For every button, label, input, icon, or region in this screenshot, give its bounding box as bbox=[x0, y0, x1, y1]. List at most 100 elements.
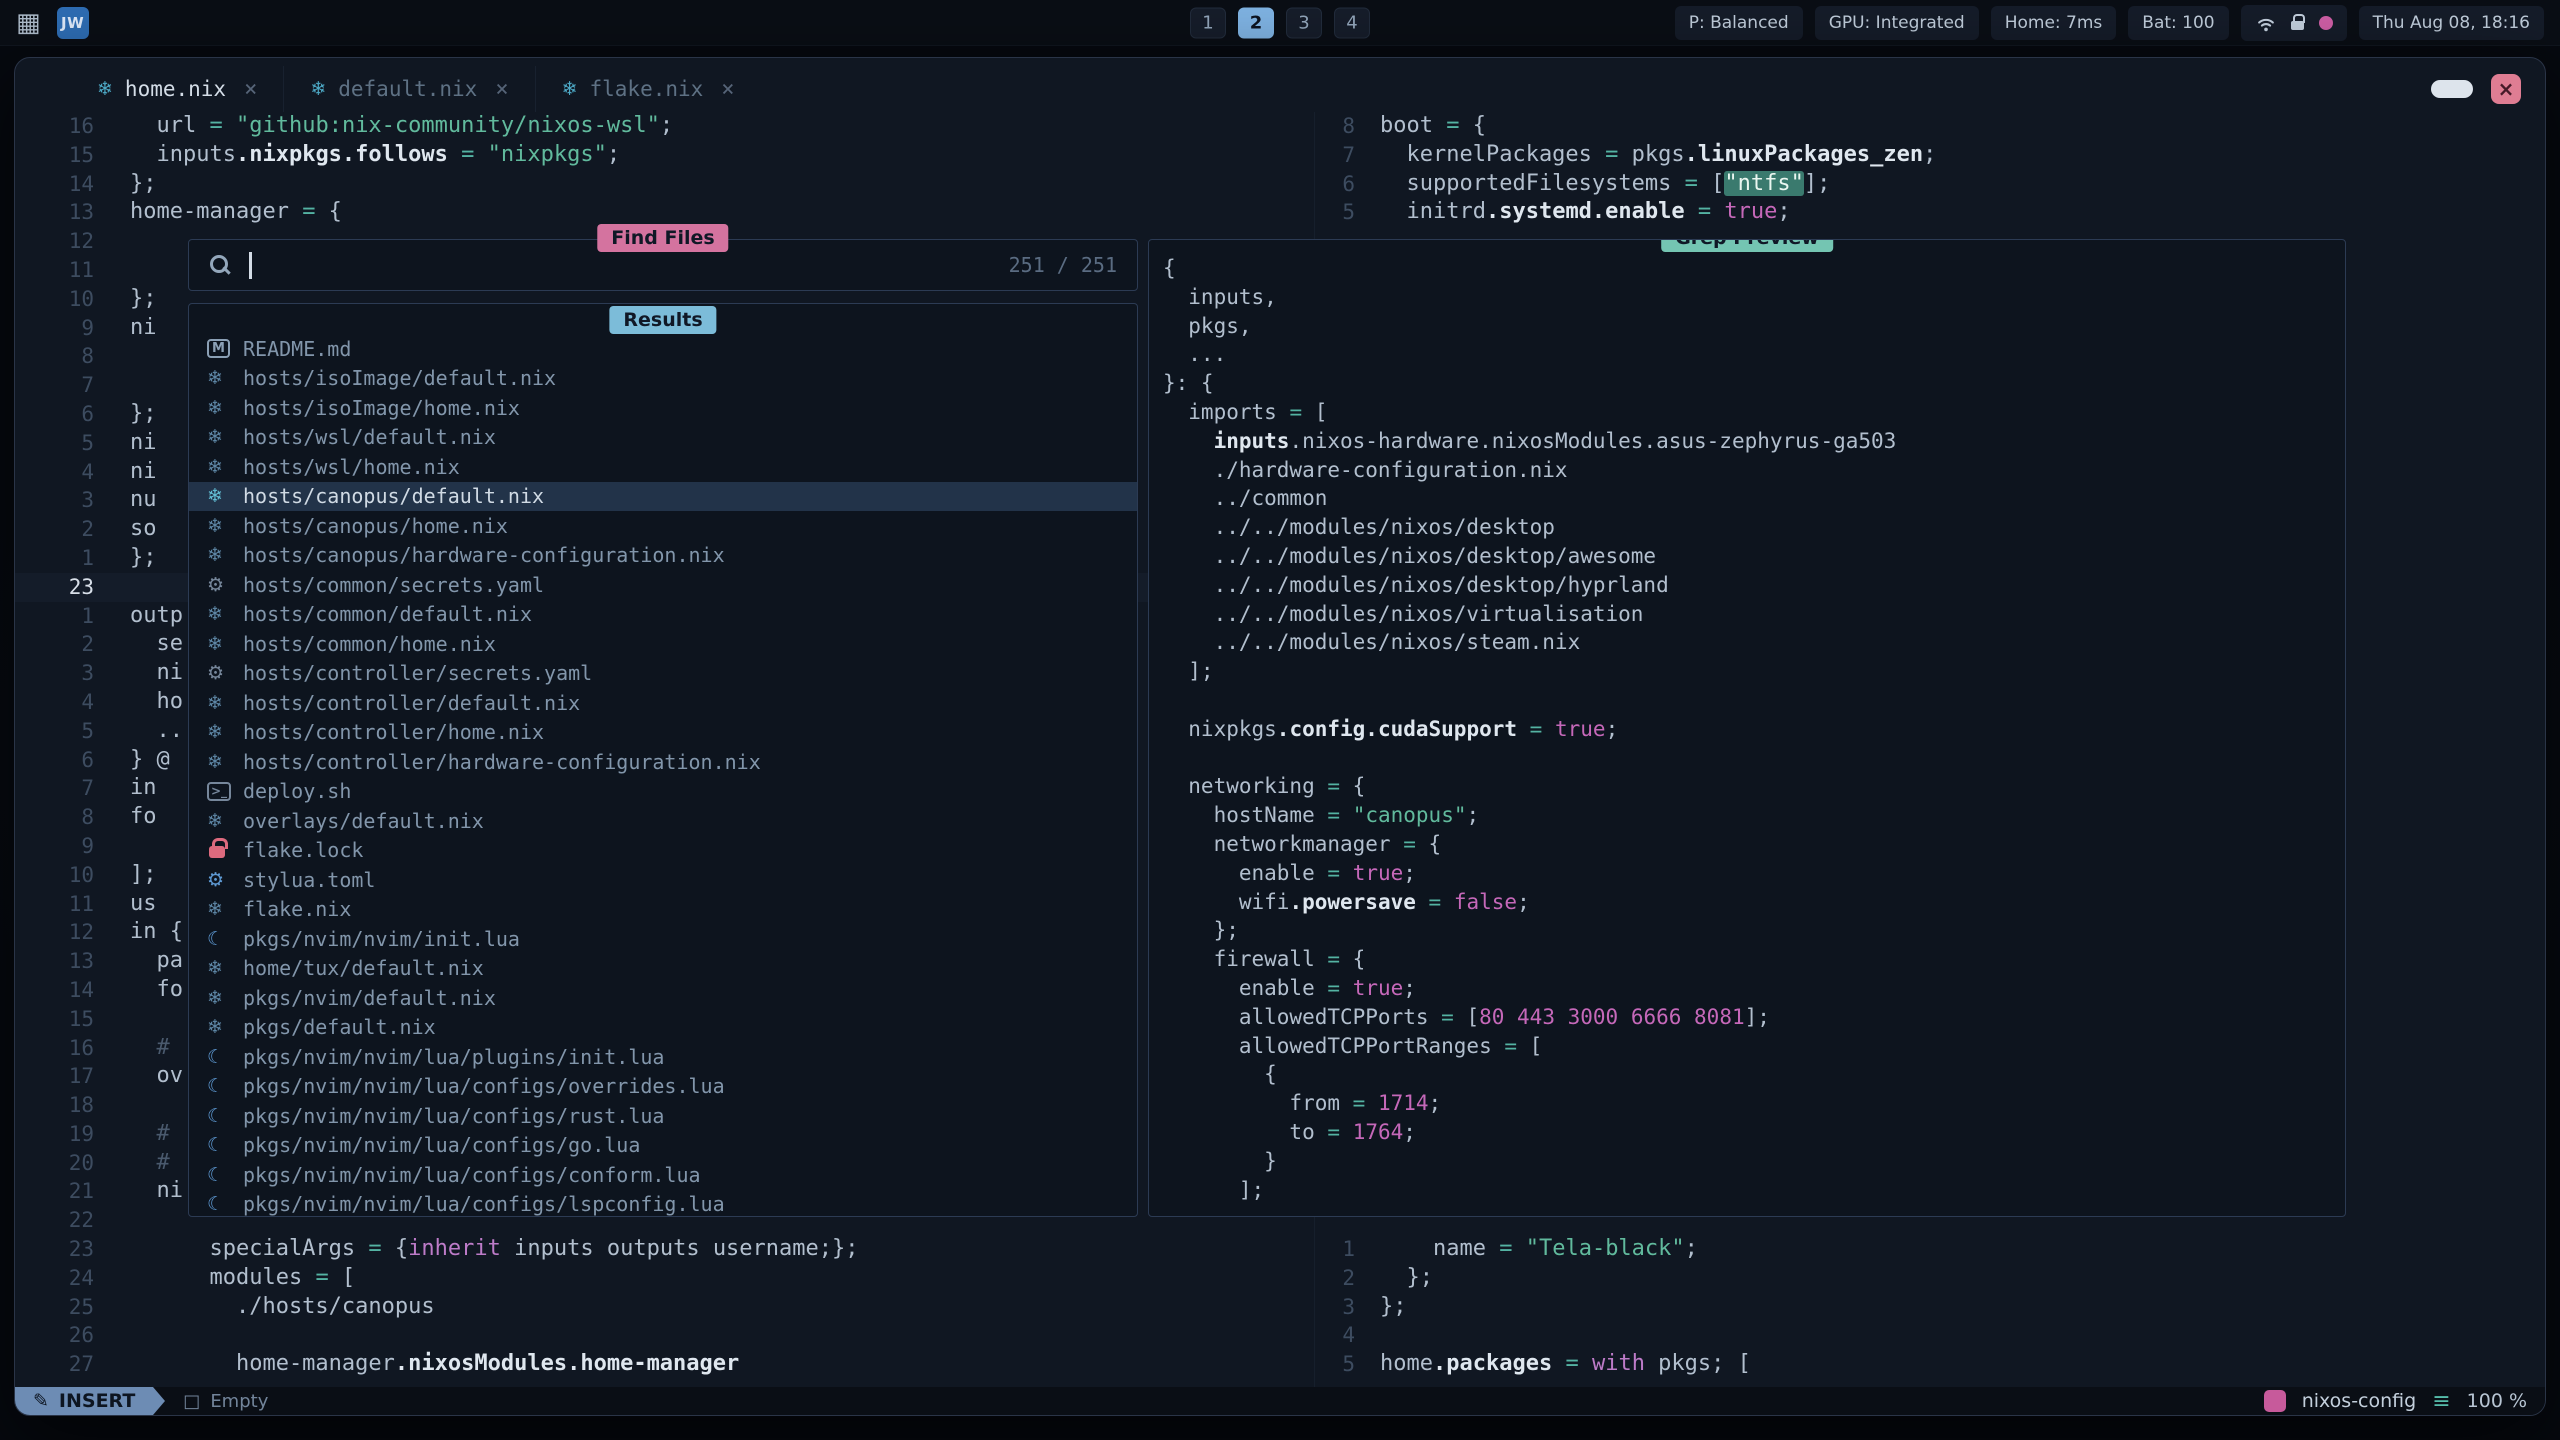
lines-icon: ≡ bbox=[2432, 1389, 2450, 1414]
code-line: networkmanager = { bbox=[1163, 830, 2345, 859]
file-icon bbox=[207, 749, 243, 775]
code-line: ]; bbox=[1163, 657, 2345, 686]
nix-snowflake-icon: ❄ bbox=[310, 78, 326, 100]
code-line: { bbox=[1163, 254, 2345, 283]
result-item[interactable]: flake.lock bbox=[189, 836, 1137, 866]
code-line: firewall = { bbox=[1163, 945, 2345, 974]
file-icon bbox=[207, 660, 243, 686]
result-item[interactable]: hosts/canopus/hardware-configuration.nix bbox=[189, 541, 1137, 571]
status-pill-group: P: Balanced GPU: Integrated Home: 7ms Ba… bbox=[1675, 6, 2229, 40]
nix-snowflake-icon: ❄ bbox=[562, 78, 578, 100]
find-files-prompt[interactable]: Find Files 251 / 251 bbox=[188, 239, 1138, 291]
result-item[interactable]: pkgs/default.nix bbox=[189, 1013, 1137, 1043]
line-number: 22 bbox=[15, 1206, 130, 1235]
tab[interactable]: ❄ flake.nix × bbox=[535, 66, 761, 112]
code-line: ../../modules/nixos/steam.nix bbox=[1163, 628, 2345, 657]
line-number: 2 bbox=[1315, 1264, 1380, 1293]
result-item[interactable]: pkgs/nvim/nvim/lua/configs/overrides.lua bbox=[189, 1072, 1137, 1102]
line-number: 17 bbox=[15, 1062, 130, 1091]
status-pill: Bat: 100 bbox=[2128, 6, 2228, 40]
result-item[interactable]: home/tux/default.nix bbox=[189, 954, 1137, 984]
close-window-button[interactable]: × bbox=[2491, 74, 2521, 104]
top-bar-left: ▦ JW bbox=[16, 7, 89, 39]
result-item[interactable]: README.md bbox=[189, 334, 1137, 364]
result-label: hosts/common/home.nix bbox=[243, 632, 496, 656]
code-line: ../../modules/nixos/virtualisation bbox=[1163, 600, 2345, 629]
result-item[interactable]: stylua.toml bbox=[189, 865, 1137, 895]
result-item[interactable]: hosts/canopus/default.nix bbox=[189, 482, 1137, 512]
code-line bbox=[1163, 744, 2345, 773]
result-item[interactable]: pkgs/nvim/nvim/lua/plugins/init.lua bbox=[189, 1042, 1137, 1072]
result-item[interactable]: hosts/controller/hardware-configuration.… bbox=[189, 747, 1137, 777]
line-number: 1 bbox=[15, 544, 130, 573]
logo-badge[interactable]: JW bbox=[57, 7, 89, 39]
line-number: 12 bbox=[15, 918, 130, 947]
tab[interactable]: ❄ default.nix × bbox=[283, 66, 534, 112]
result-item[interactable]: overlays/default.nix bbox=[189, 806, 1137, 836]
code-line: 23 specialArgs = {inherit inputs outputs… bbox=[15, 1235, 1314, 1264]
result-item[interactable]: hosts/wsl/home.nix bbox=[189, 452, 1137, 482]
code-line: 13home-manager = { bbox=[15, 198, 1314, 227]
result-item[interactable]: pkgs/nvim/nvim/lua/configs/rust.lua bbox=[189, 1101, 1137, 1131]
result-item[interactable]: hosts/controller/home.nix bbox=[189, 718, 1137, 748]
result-item[interactable]: hosts/common/default.nix bbox=[189, 600, 1137, 630]
code-line: inputs, bbox=[1163, 283, 2345, 312]
result-item[interactable]: deploy.sh bbox=[189, 777, 1137, 807]
result-item[interactable]: pkgs/nvim/nvim/lua/configs/lspconfig.lua bbox=[189, 1190, 1137, 1218]
code-line: 4 bbox=[1315, 1321, 2545, 1350]
desktop: ▦ JW 1 2 3 4 P: Balanced GPU: Int bbox=[0, 0, 2560, 1440]
line-number: 4 bbox=[15, 458, 130, 487]
tab[interactable]: ❄ home.nix × bbox=[71, 66, 283, 112]
results-title: Results bbox=[609, 306, 716, 334]
result-item[interactable]: hosts/controller/secrets.yaml bbox=[189, 659, 1137, 689]
code-line: inputs.nixos-hardware.nixosModules.asus-… bbox=[1163, 427, 2345, 456]
code-line: ../../modules/nixos/desktop/hyprland bbox=[1163, 571, 2345, 600]
line-number: 11 bbox=[15, 890, 130, 919]
line-number: 9 bbox=[15, 832, 130, 861]
tab-label: default.nix bbox=[338, 77, 477, 101]
line-number: 4 bbox=[1315, 1321, 1380, 1350]
code-line: 16 url = "github:nix-community/nixos-wsl… bbox=[15, 112, 1314, 141]
text-cursor bbox=[249, 252, 252, 279]
code-line: enable = true; bbox=[1163, 974, 2345, 1003]
mode-label: INSERT bbox=[59, 1390, 135, 1412]
code-line: ../../modules/nixos/desktop bbox=[1163, 513, 2345, 542]
code-line: from = 1714; bbox=[1163, 1089, 2345, 1118]
result-item[interactable]: pkgs/nvim/nvim/lua/configs/conform.lua bbox=[189, 1160, 1137, 1190]
status-pill-label: P: Balanced bbox=[1689, 13, 1789, 33]
line-number: 15 bbox=[15, 141, 130, 170]
line-number: 25 bbox=[15, 1293, 130, 1322]
line-number: 5 bbox=[1315, 198, 1380, 227]
workspace-button[interactable]: 1 bbox=[1190, 7, 1226, 38]
file-icon bbox=[207, 867, 243, 893]
result-item[interactable]: hosts/common/home.nix bbox=[189, 629, 1137, 659]
pin-toggle[interactable] bbox=[2431, 80, 2473, 98]
result-item[interactable]: hosts/canopus/home.nix bbox=[189, 511, 1137, 541]
result-item[interactable]: hosts/common/secrets.yaml bbox=[189, 570, 1137, 600]
workspace-button[interactable]: 4 bbox=[1334, 7, 1370, 38]
result-item[interactable]: hosts/isoImage/default.nix bbox=[189, 364, 1137, 394]
file-status-label: Empty bbox=[210, 1391, 268, 1412]
workspace-button[interactable]: 3 bbox=[1286, 7, 1322, 38]
editor-window: ❄ home.nix × ❄ default.nix × ❄ flake.nix… bbox=[14, 57, 2546, 1416]
code-line: 5home.packages = with pkgs; [ bbox=[1315, 1350, 2545, 1379]
line-number: 24 bbox=[15, 1264, 130, 1293]
result-item[interactable]: pkgs/nvim/default.nix bbox=[189, 983, 1137, 1013]
result-item[interactable]: hosts/controller/default.nix bbox=[189, 688, 1137, 718]
apps-grid-icon[interactable]: ▦ bbox=[16, 10, 41, 36]
result-label: flake.lock bbox=[243, 838, 363, 862]
lock-icon bbox=[2289, 14, 2307, 32]
result-item[interactable]: flake.nix bbox=[189, 895, 1137, 925]
result-item[interactable]: pkgs/nvim/nvim/init.lua bbox=[189, 924, 1137, 954]
result-item[interactable]: pkgs/nvim/nvim/lua/configs/go.lua bbox=[189, 1131, 1137, 1161]
result-item[interactable]: hosts/wsl/default.nix bbox=[189, 423, 1137, 453]
result-label: hosts/isoImage/default.nix bbox=[243, 366, 556, 390]
close-tab-icon[interactable]: × bbox=[721, 77, 734, 102]
close-tab-icon[interactable]: × bbox=[244, 77, 257, 102]
code-line: } bbox=[1163, 1147, 2345, 1176]
workspace-button[interactable]: 2 bbox=[1238, 7, 1274, 38]
result-item[interactable]: hosts/isoImage/home.nix bbox=[189, 393, 1137, 423]
file-icon bbox=[207, 454, 243, 480]
close-tab-icon[interactable]: × bbox=[495, 77, 508, 102]
line-number: 16 bbox=[15, 1034, 130, 1063]
